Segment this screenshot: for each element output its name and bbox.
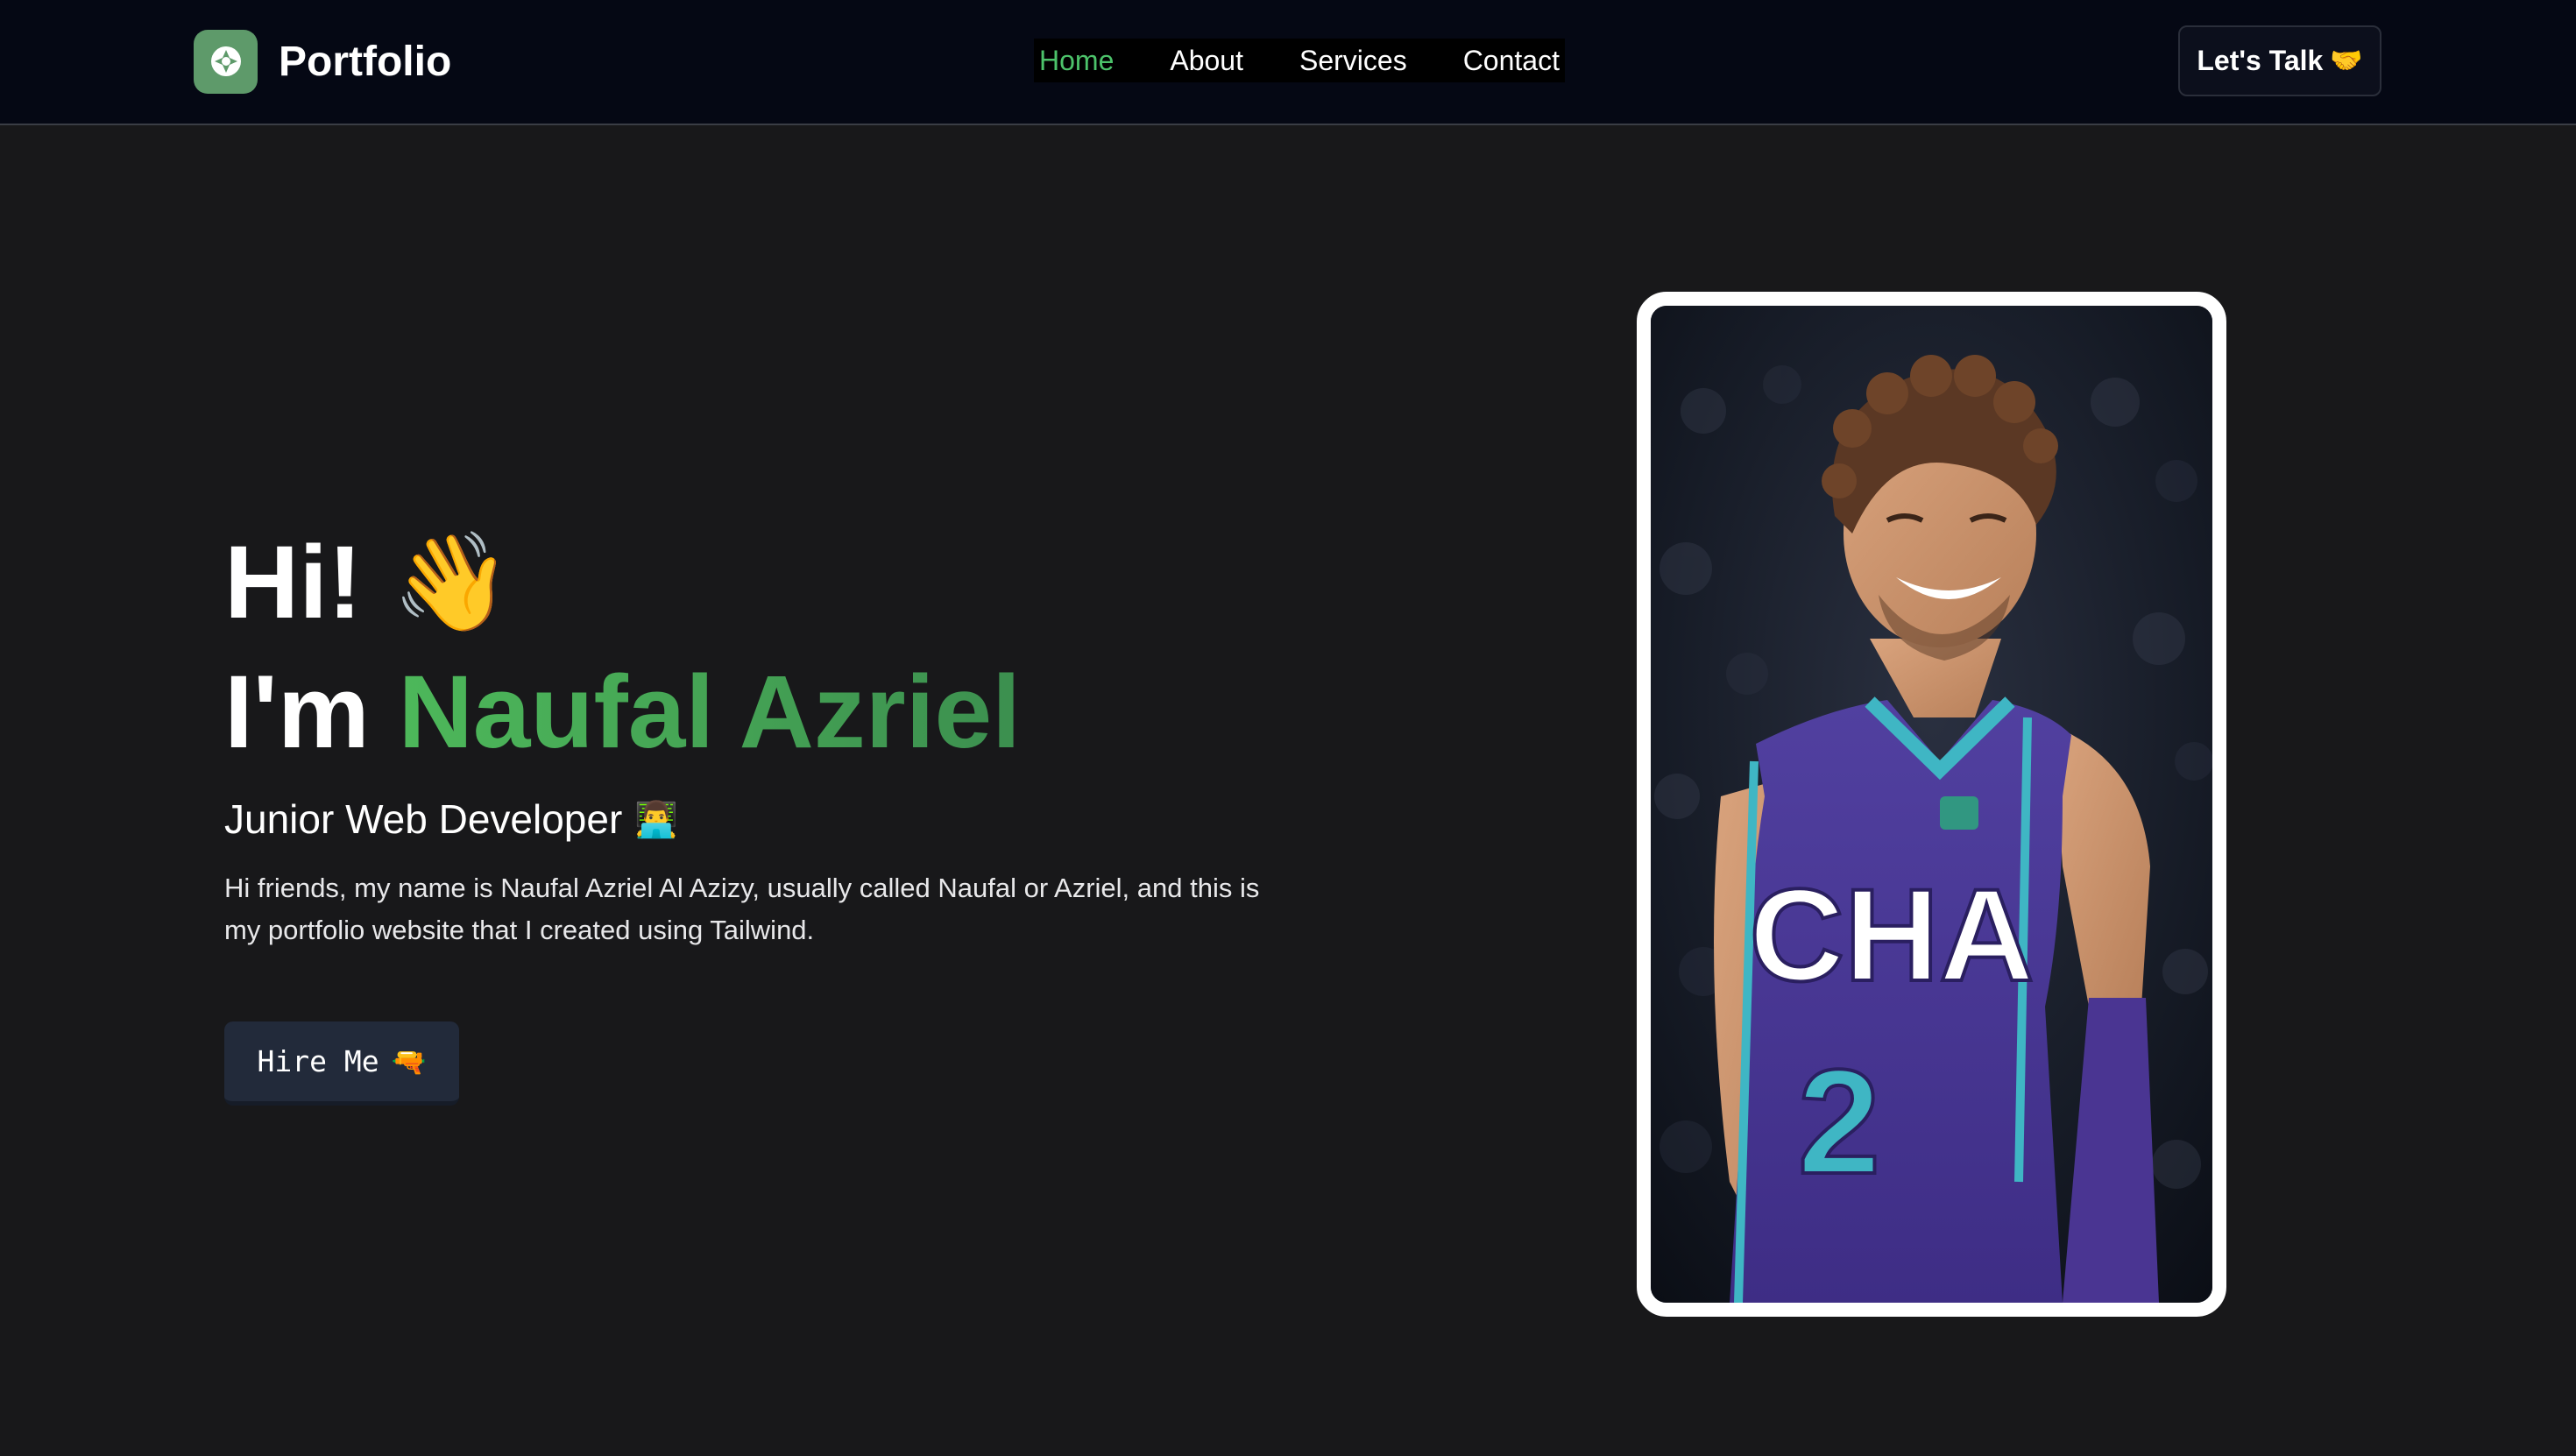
jersey-text: CHA	[1750, 861, 2035, 1008]
hero-bio: Hi friends, my name is Naufal Azriel Al …	[224, 873, 1260, 945]
lets-talk-label: Let's Talk	[2197, 45, 2324, 76]
hire-me-button[interactable]: Hire Me 🔫	[224, 1021, 459, 1106]
navbar: Portfolio Home About Services Contact Le…	[0, 0, 2576, 125]
hero-role: Junior Web Developer 👨‍💻	[224, 795, 1363, 843]
nav-menu: Home About Services Contact	[1034, 39, 1565, 82]
lets-talk-button[interactable]: Let's Talk 🤝	[2178, 25, 2381, 96]
nav-link-contact[interactable]: Contact	[1463, 45, 1560, 77]
nav-link-about[interactable]: About	[1170, 45, 1243, 77]
hero-section: Hi! 👋 I'm Naufal Azriel Junior Web Devel…	[224, 517, 1363, 1106]
water-pistol-icon: 🔫	[391, 1044, 427, 1078]
nav-link-home[interactable]: Home	[1039, 45, 1114, 77]
role-text: Junior Web Developer	[224, 796, 623, 842]
portfolio-page: Portfolio Home About Services Contact Le…	[0, 0, 2576, 1456]
technologist-icon: 👨‍💻	[634, 800, 679, 839]
brand-name: Portfolio	[279, 38, 452, 85]
profile-photo-card: CHA 2	[1637, 292, 2226, 1317]
greeting-text: Hi!	[224, 525, 363, 640]
handshake-icon: 🤝	[2330, 46, 2363, 75]
hire-me-label: Hire Me	[257, 1044, 379, 1078]
nav-link-services[interactable]: Services	[1299, 45, 1407, 77]
profile-photo: CHA 2	[1651, 306, 2212, 1303]
hero-intro: I'm Naufal Azriel	[224, 648, 1363, 776]
hero-greeting: Hi! 👋	[224, 517, 1363, 648]
brand[interactable]: Portfolio	[194, 29, 451, 94]
hero-name: Naufal Azriel	[398, 654, 1021, 770]
jersey-number: 2	[1798, 1039, 1881, 1205]
waving-hand-icon: 👋	[392, 528, 513, 636]
intro-prefix: I'm	[224, 654, 399, 770]
portfolio-logo-icon	[194, 29, 258, 94]
